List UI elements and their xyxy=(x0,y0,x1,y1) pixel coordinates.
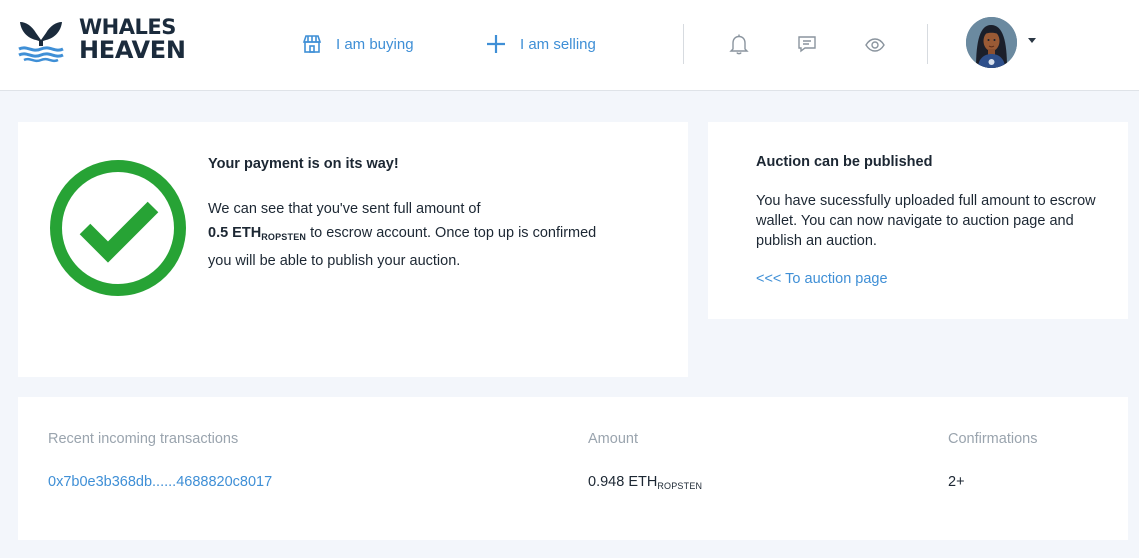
payment-line2-text: to escrow account. Once top up is confir… xyxy=(306,225,597,241)
nav-i-am-buying[interactable]: I am buying xyxy=(302,31,414,57)
payment-line2: 0.5 ETHROPSTEN to escrow account. Once t… xyxy=(208,221,658,249)
brand-name: WHALES HEAVEN xyxy=(79,15,186,64)
chat-icon[interactable] xyxy=(797,35,817,53)
tx-amount-value: 0.948 ETH xyxy=(588,474,658,490)
payment-status-card: Your payment is on its way! We can see t… xyxy=(18,122,688,377)
user-avatar[interactable] xyxy=(966,17,1017,68)
payment-title: Your payment is on its way! xyxy=(208,156,399,172)
nav-selling-label: I am selling xyxy=(520,35,596,53)
nav-buying-label: I am buying xyxy=(336,35,414,53)
auction-title: Auction can be published xyxy=(756,154,933,170)
whale-tail-icon xyxy=(18,22,64,63)
auction-status-card: Auction can be published You have sucess… xyxy=(708,122,1128,319)
header-divider xyxy=(927,24,928,64)
tx-amount: 0.948 ETHROPSTEN xyxy=(588,474,702,491)
payment-line1: We can see that you've sent full amount … xyxy=(208,201,481,217)
tx-header-transactions: Recent incoming transactions xyxy=(48,431,239,447)
brand-line2: HEAVEN xyxy=(79,36,186,64)
tx-header-confirmations: Confirmations xyxy=(948,431,1038,447)
tx-header-amount: Amount xyxy=(588,431,638,447)
payment-description: We can see that you've sent full amount … xyxy=(208,197,658,273)
storefront-icon xyxy=(302,34,322,54)
transactions-card: Recent incoming transactions Amount Conf… xyxy=(18,397,1128,540)
nav-i-am-selling[interactable]: I am selling xyxy=(486,31,596,57)
check-circle-icon xyxy=(50,160,186,296)
auction-description: You have sucessfully uploaded full amoun… xyxy=(756,193,1096,249)
plus-icon xyxy=(486,34,506,54)
to-auction-page-link[interactable]: <<< To auction page xyxy=(756,271,888,287)
account-menu-caret[interactable] xyxy=(1028,38,1036,43)
tx-hash-link[interactable]: 0x7b0e3b368db......4688820c8017 xyxy=(48,474,272,490)
header-divider xyxy=(683,24,684,64)
tx-amount-network: ROPSTEN xyxy=(657,481,703,491)
payment-amount: 0.5 ETH xyxy=(208,225,262,241)
payment-line3: you will be able to publish your auction… xyxy=(208,253,461,269)
eye-icon[interactable] xyxy=(865,38,885,52)
top-header: WHALES HEAVEN I am buying I am selling xyxy=(0,0,1139,91)
brand-line1: WHALES xyxy=(79,15,176,39)
brand-logo[interactable]: WHALES HEAVEN xyxy=(18,15,186,64)
payment-network: ROPSTEN xyxy=(261,232,307,242)
tx-confirmations: 2+ xyxy=(948,474,965,490)
bell-icon[interactable] xyxy=(729,33,749,55)
